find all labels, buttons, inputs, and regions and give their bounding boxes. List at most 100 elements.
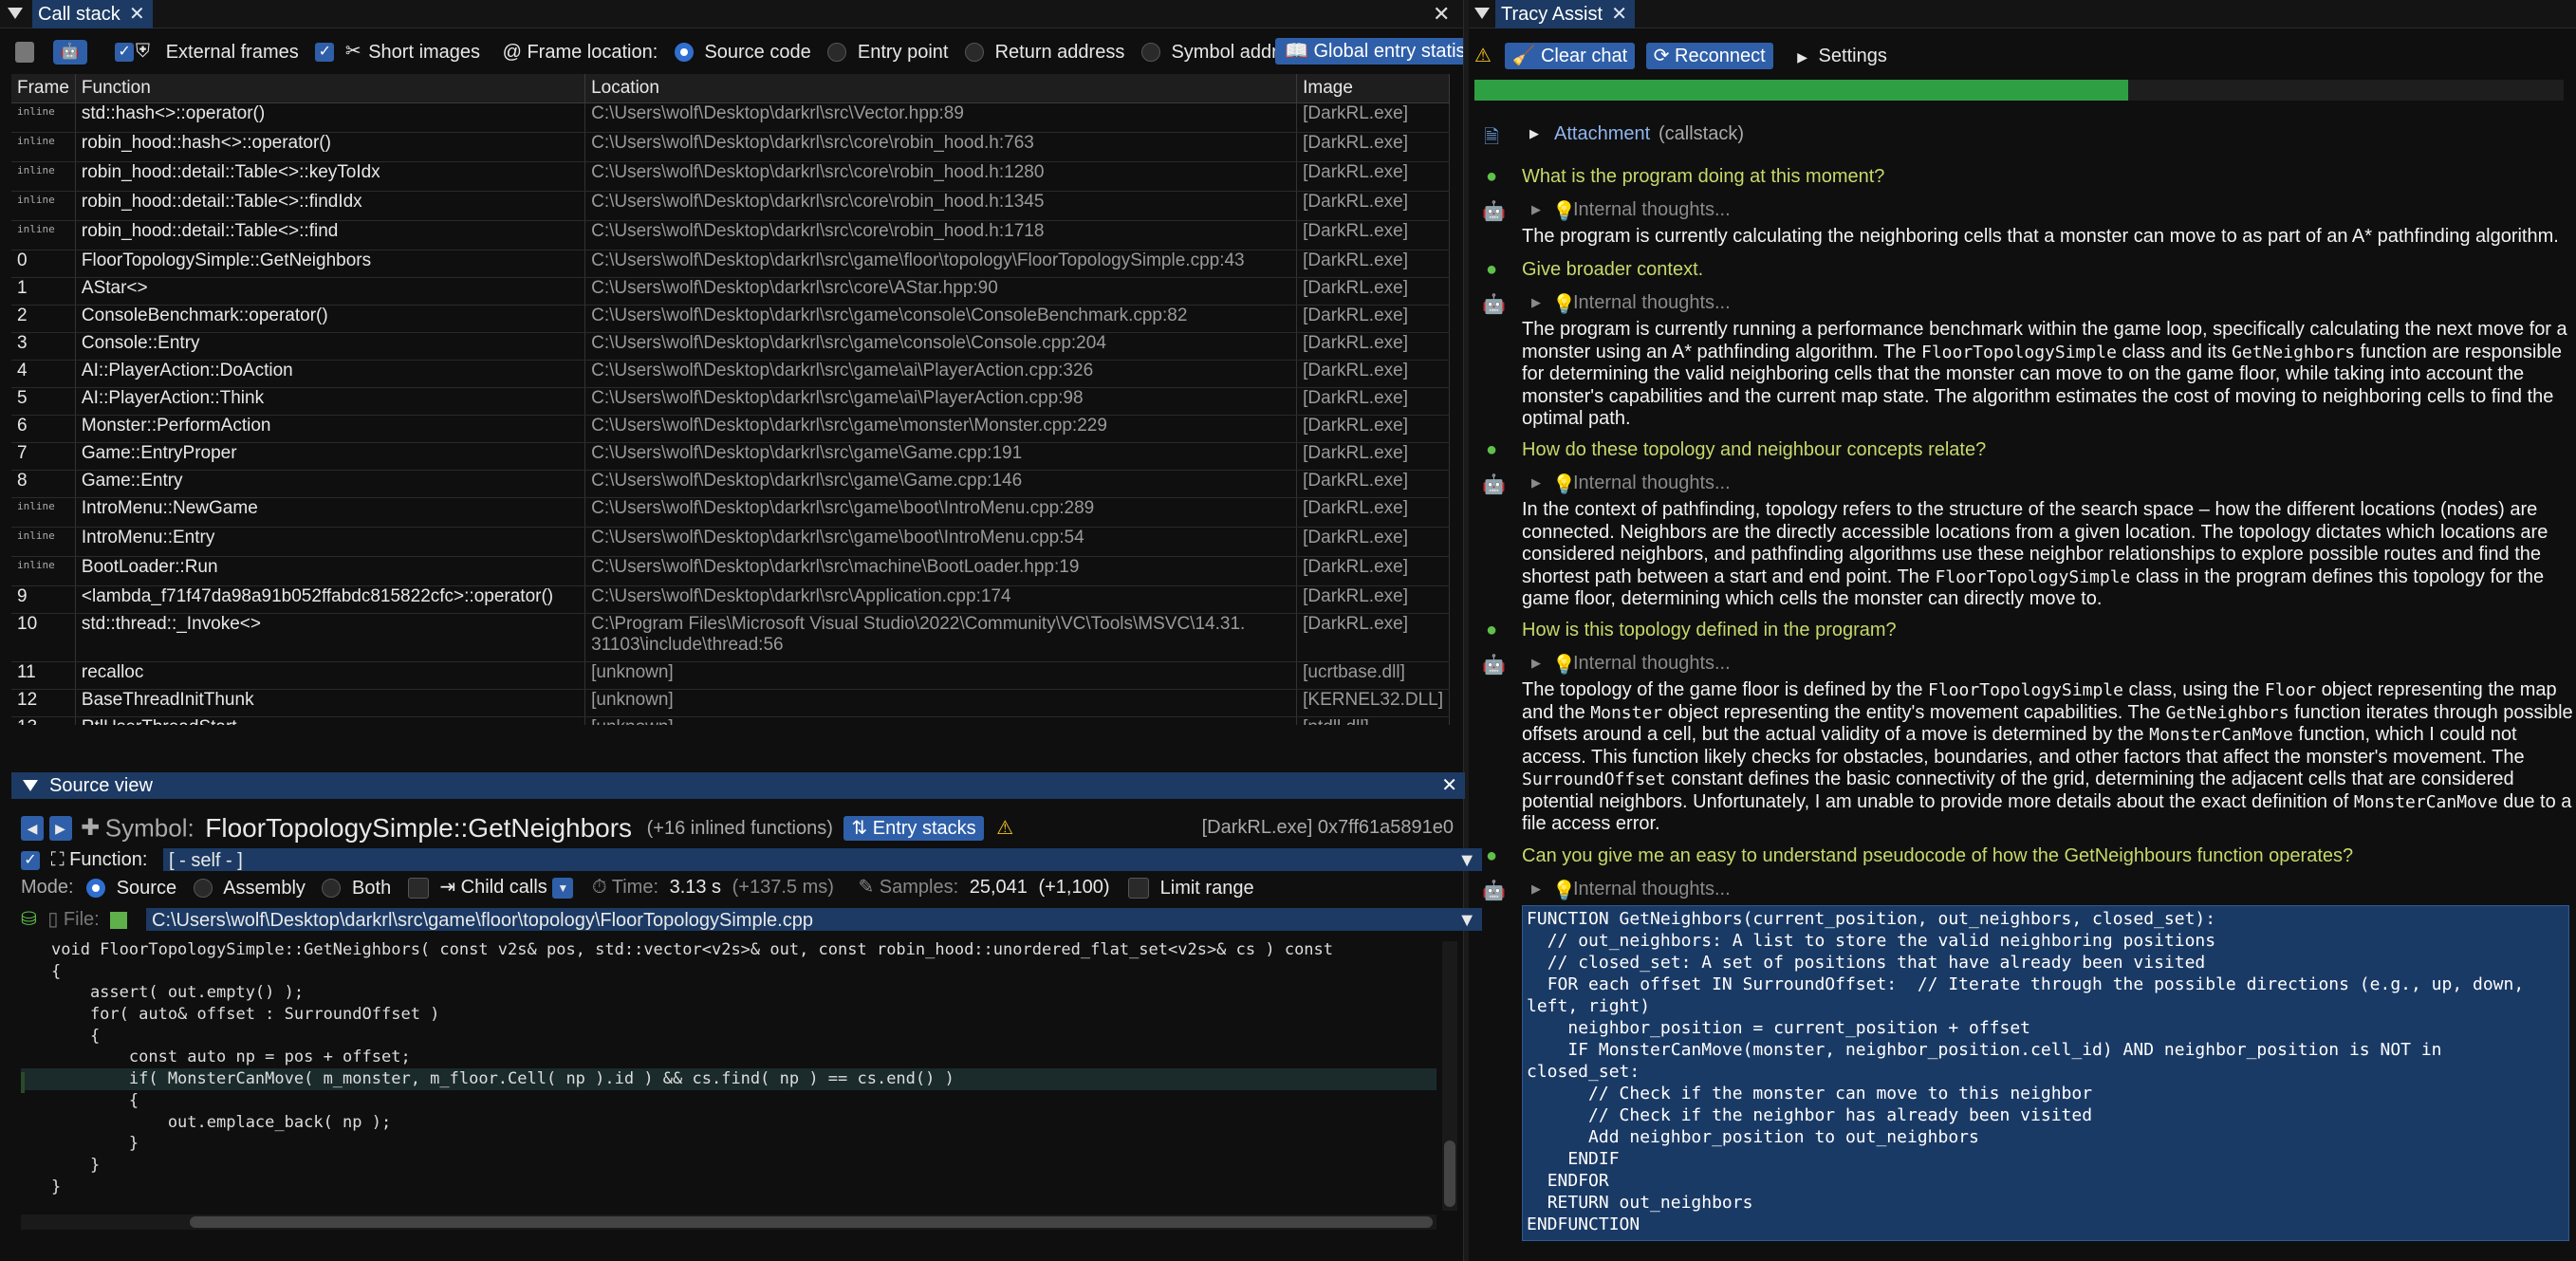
mode-source-radio[interactable]	[86, 878, 106, 898]
column-header-image[interactable]: Image	[1296, 74, 1450, 103]
table-row[interactable]: 12 BaseThreadInitThunk [unknown] [KERNEL32.…	[11, 689, 1450, 717]
table-row[interactable]: inline IntroMenu::Entry C:\Users\wolf\Desk…	[11, 527, 1450, 557]
cell-location[interactable]: [unknown]	[584, 689, 1298, 717]
cell-location[interactable]: C:\Users\wolf\Desktop\darkrl\src\game\co…	[584, 305, 1298, 333]
table-row[interactable]: inline robin_hood::hash<>::operator() C:\U…	[11, 132, 1450, 162]
settings-expand-icon[interactable]: ▶	[1797, 49, 1807, 65]
cell-function[interactable]: IntroMenu::Entry	[75, 527, 586, 557]
cell-function[interactable]: IntroMenu::NewGame	[75, 497, 586, 528]
short-images-checkbox[interactable]: ✓	[315, 42, 335, 62]
cell-function[interactable]: FloorTopologySimple::GetNeighbors	[75, 250, 586, 278]
child-calls-checkbox[interactable]	[407, 877, 429, 899]
mode-both-radio[interactable]	[322, 878, 342, 898]
cell-location[interactable]: C:\Users\wolf\Desktop\darkrl\src\game\Ga…	[584, 470, 1298, 498]
cell-location[interactable]: C:\Users\wolf\Desktop\darkrl\src\machine…	[584, 556, 1298, 586]
cell-location[interactable]: C:\Users\wolf\Desktop\darkrl\src\game\fl…	[584, 250, 1298, 278]
cell-function[interactable]: recalloc	[75, 661, 586, 690]
cell-function[interactable]: Monster::PerformAction	[75, 415, 586, 443]
cell-location[interactable]: C:\Users\wolf\Desktop\darkrl\src\game\bo…	[584, 527, 1298, 557]
file-select[interactable]: C:\Users\wolf\Desktop\darkrl\src\game\fl…	[146, 908, 1482, 931]
collapse-icon[interactable]	[8, 8, 23, 19]
close-icon[interactable]: ✕	[1441, 772, 1457, 799]
table-row[interactable]: 10 std::thread::_Invoke<> C:\Program Files…	[11, 613, 1450, 662]
expand-icon[interactable]: ▶	[1531, 202, 1541, 217]
cell-function[interactable]: AI::PlayerAction::Think	[75, 387, 586, 416]
collapse-icon[interactable]	[1474, 8, 1490, 19]
table-row[interactable]: 0 FloorTopologySimple::GetNeighbors C:\Use…	[11, 250, 1450, 278]
return-address-radio[interactable]	[965, 42, 985, 62]
cell-function[interactable]: robin_hood::detail::Table<>::keyToIdx	[75, 161, 586, 192]
settings-label[interactable]: Settings	[1819, 46, 1887, 66]
inlined-functions[interactable]: (+16 inlined functions)	[647, 818, 833, 839]
cell-function[interactable]: <lambda_f71f47da98a91b052ffabdc815822cfc…	[75, 585, 586, 614]
expand-icon[interactable]: ▶	[1531, 295, 1541, 310]
cell-function[interactable]: BootLoader::Run	[75, 556, 586, 586]
cell-location[interactable]: C:\Users\wolf\Desktop\darkrl\src\Applica…	[584, 585, 1298, 614]
tab-callstack[interactable]: Call stack ✕	[32, 0, 153, 28]
table-row[interactable]: inline robin_hood::detail::Table<>::find C…	[11, 220, 1450, 250]
table-row[interactable]: 9 <lambda_f71f47da98a91b052ffabdc815822cf…	[11, 585, 1450, 614]
cell-location[interactable]: C:\Users\wolf\Desktop\darkrl\src\game\ai…	[584, 360, 1298, 388]
cell-location[interactable]: C:\Users\wolf\Desktop\darkrl\src\game\Ga…	[584, 442, 1298, 471]
cell-location[interactable]: C:\Users\wolf\Desktop\darkrl\src\game\co…	[584, 332, 1298, 361]
table-row[interactable]: inline robin_hood::detail::Table<>::keyTo…	[11, 161, 1450, 192]
table-row[interactable]: 2 ConsoleBenchmark::operator() C:\Users\wo…	[11, 305, 1450, 333]
tab-tracy-assist[interactable]: Tracy Assist ✕	[1495, 0, 1636, 28]
close-icon[interactable]: ✕	[1611, 0, 1627, 28]
forward-button[interactable]: ▶	[48, 815, 72, 841]
cell-function[interactable]: Game::EntryProper	[75, 442, 586, 471]
cell-location[interactable]: C:\Users\wolf\Desktop\darkrl\src\core\ro…	[584, 191, 1298, 221]
attachment-label[interactable]: Attachment	[1554, 123, 1650, 145]
expand-icon[interactable]: ▶	[1531, 881, 1541, 897]
code-view[interactable]: void FloorTopologySimple::GetNeighbors( …	[21, 939, 1436, 1209]
copy-icon[interactable]	[15, 41, 34, 63]
column-header-location[interactable]: Location	[584, 74, 1298, 103]
cell-function[interactable]: AI::PlayerAction::DoAction	[75, 360, 586, 388]
thoughts-label[interactable]: Internal thoughts...	[1573, 292, 1731, 314]
cell-location[interactable]: C:\Users\wolf\Desktop\darkrl\src\game\ai…	[584, 387, 1298, 416]
function-checkbox[interactable]: ✓	[21, 850, 40, 870]
function-select[interactable]: [ - self - ] ▼	[163, 848, 1482, 871]
table-row[interactable]: 8 Game::Entry C:\Users\wolf\Desktop\darkrl…	[11, 470, 1450, 498]
table-row[interactable]: 11 recalloc [unknown] [ucrtbase.dll]	[11, 661, 1450, 690]
limit-range-checkbox[interactable]	[1128, 877, 1150, 899]
thoughts-label[interactable]: Internal thoughts...	[1573, 473, 1731, 494]
column-header-frame[interactable]: Frame	[11, 74, 76, 103]
cell-location[interactable]: C:\Users\wolf\Desktop\darkrl\src\core\ro…	[584, 220, 1298, 250]
cell-location[interactable]: C:\Users\wolf\Desktop\darkrl\src\core\ro…	[584, 161, 1298, 192]
horizontal-scrollbar[interactable]	[21, 1215, 1436, 1230]
table-row[interactable]: 7 Game::EntryProper C:\Users\wolf\Desktop\…	[11, 442, 1450, 471]
cell-function[interactable]: ConsoleBenchmark::operator()	[75, 305, 586, 333]
cell-function[interactable]: Game::Entry	[75, 470, 586, 498]
cell-location[interactable]: C:\Program Files\Microsoft Visual Studio…	[584, 613, 1298, 662]
cell-function[interactable]: RtlUserThreadStart	[75, 716, 586, 725]
table-row[interactable]: 1 AStar<> C:\Users\wolf\Desktop\darkrl\src…	[11, 277, 1450, 306]
table-row[interactable]: inline std::hash<>::operator() C:\Users\wo…	[11, 102, 1450, 133]
source-code-radio[interactable]	[674, 42, 694, 62]
cell-function[interactable]: std::thread::_Invoke<>	[75, 613, 586, 662]
reconnect-button[interactable]: ⟳ Reconnect	[1645, 43, 1773, 69]
table-row[interactable]: 5 AI::PlayerAction::Think C:\Users\wolf\De…	[11, 387, 1450, 416]
table-row[interactable]: inline BootLoader::Run C:\Users\wolf\Deskt…	[11, 556, 1450, 586]
close-icon[interactable]: ✕	[129, 0, 145, 28]
cell-function[interactable]: Console::Entry	[75, 332, 586, 361]
cell-function[interactable]: robin_hood::hash<>::operator()	[75, 132, 586, 162]
scrollbar-thumb[interactable]	[1444, 1140, 1455, 1207]
cell-location[interactable]: [unknown]	[584, 661, 1298, 690]
mode-assembly-radio[interactable]	[193, 878, 213, 898]
cell-location[interactable]: C:\Users\wolf\Desktop\darkrl\src\game\bo…	[584, 497, 1298, 528]
symbol-address-radio[interactable]	[1140, 42, 1160, 62]
cell-location[interactable]: C:\Users\wolf\Desktop\darkrl\src\Vector.…	[584, 102, 1298, 133]
cell-function[interactable]: robin_hood::detail::Table<>::findIdx	[75, 191, 586, 221]
expand-icon[interactable]: ▶	[1529, 126, 1539, 141]
cell-location[interactable]: C:\Users\wolf\Desktop\darkrl\src\core\ro…	[584, 132, 1298, 162]
child-calls-dropdown[interactable]: ▼	[552, 877, 574, 899]
back-button[interactable]: ◀	[21, 815, 44, 841]
collapse-icon[interactable]	[23, 780, 38, 791]
expand-icon[interactable]: ▶	[1531, 475, 1541, 491]
robot-icon[interactable]: 🤖	[52, 39, 87, 65]
table-row[interactable]: inline IntroMenu::NewGame C:\Users\wolf\De…	[11, 497, 1450, 528]
cell-location[interactable]: [unknown]	[584, 716, 1298, 725]
cell-function[interactable]: AStar<>	[75, 277, 586, 306]
entry-stacks-button[interactable]: ⇅ Entry stacks	[843, 815, 984, 841]
